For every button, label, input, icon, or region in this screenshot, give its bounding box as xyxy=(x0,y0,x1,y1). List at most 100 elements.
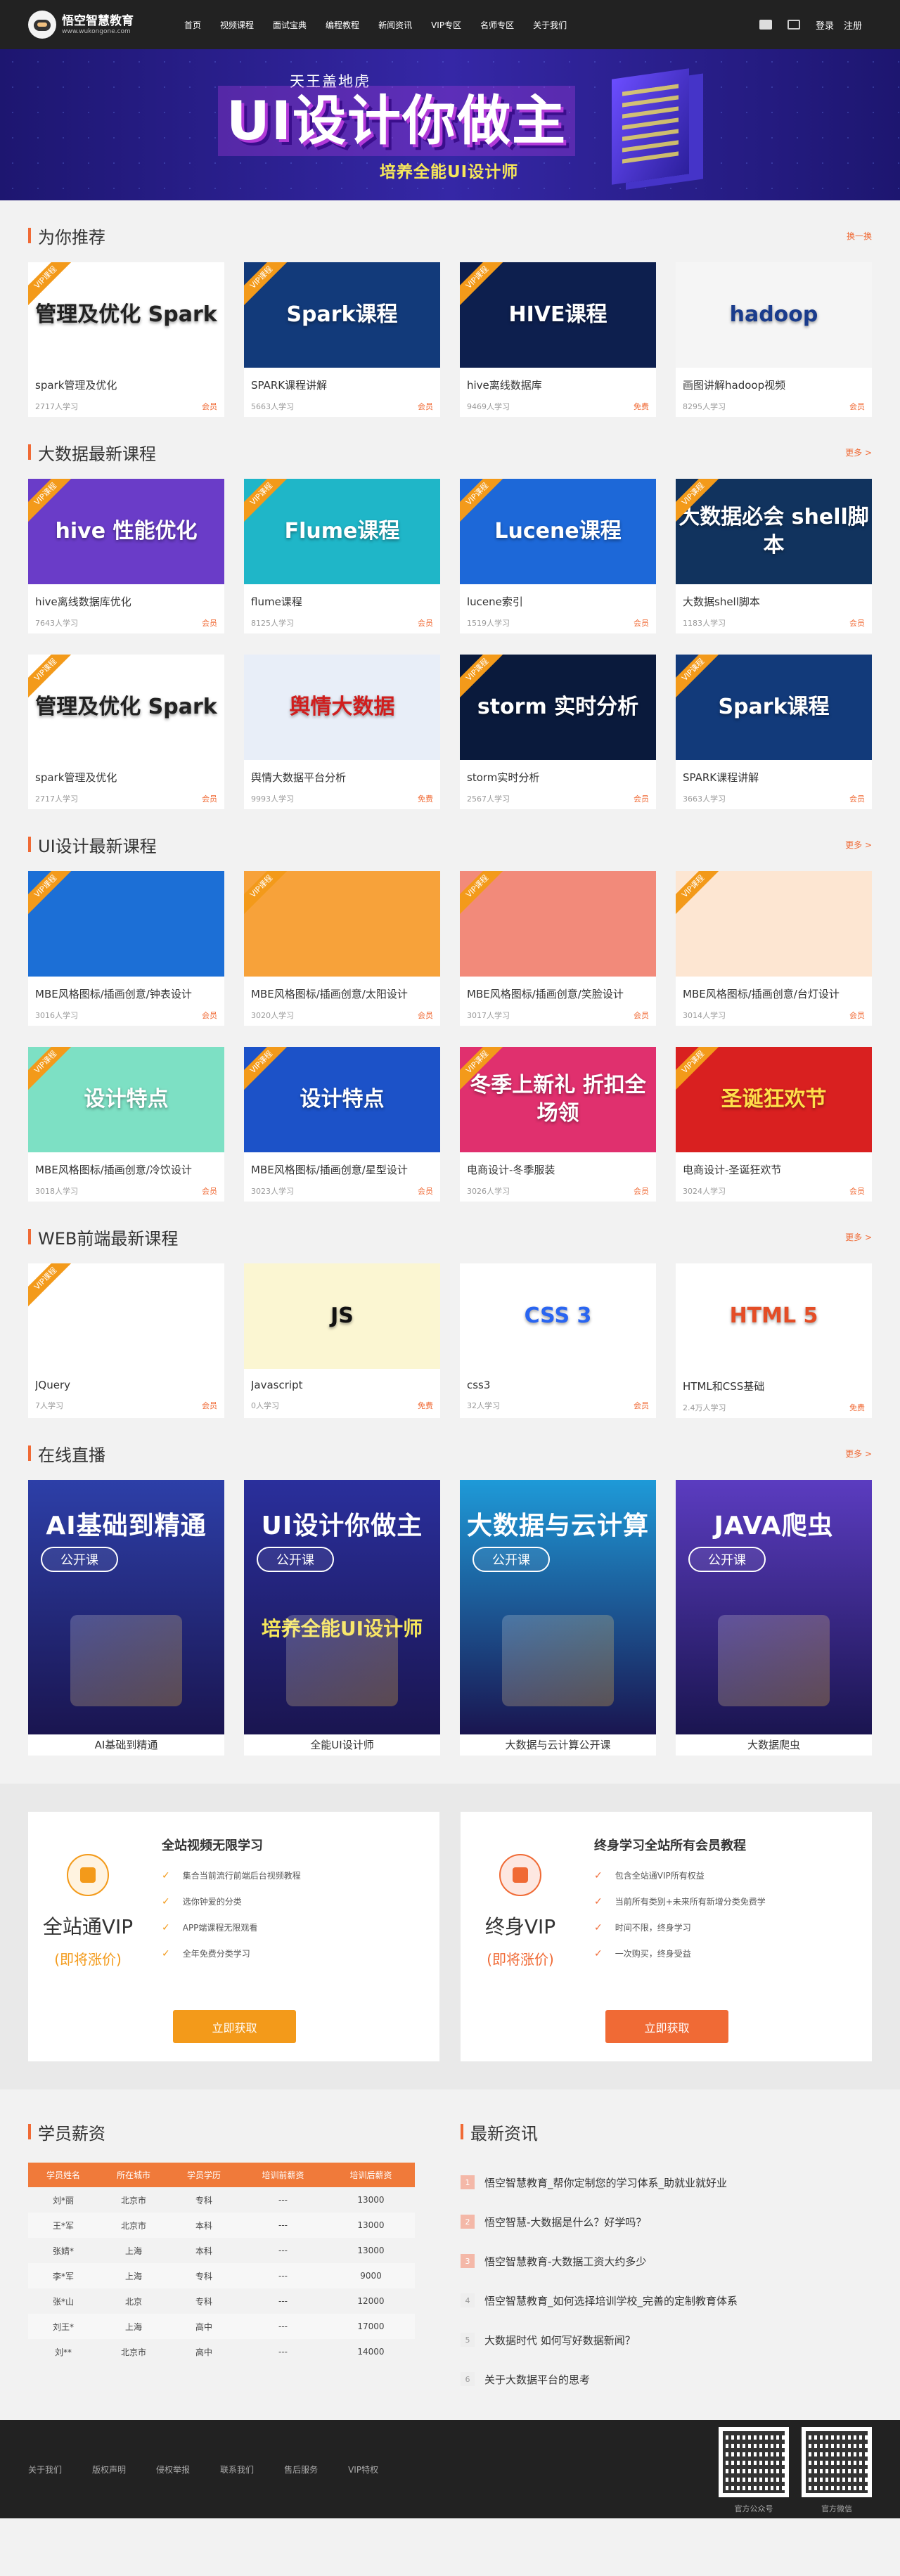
footer-link[interactable]: 联系我们 xyxy=(220,2464,254,2475)
course-title[interactable]: SPARK课程讲解 xyxy=(251,378,433,392)
news-item[interactable]: 3 悟空智慧教育-大数据工资大约多少 xyxy=(461,2241,872,2281)
course-title[interactable]: 大数据shell脚本 xyxy=(683,594,865,609)
course-card[interactable]: HTML 5 HTML和CSS基础 2.4万人学习 免费 xyxy=(676,1263,872,1418)
live-title[interactable]: 全能UI设计师 xyxy=(244,1734,440,1756)
table-cell: --- xyxy=(278,2296,288,2306)
course-card[interactable]: 管理及优化 Spark VIP课程 spark管理及优化 2717人学习 会员 xyxy=(28,262,224,417)
news-headline[interactable]: 大数据时代 如何写好数据新闻？ xyxy=(484,2333,636,2348)
course-card[interactable]: CSS 3 css3 32人学习 会员 xyxy=(460,1263,656,1418)
footer-link[interactable]: 售后服务 xyxy=(284,2464,318,2475)
nav-news[interactable]: 新闻资讯 xyxy=(378,19,412,31)
course-title[interactable]: 电商设计-冬季服装 xyxy=(467,1162,649,1177)
nav-home[interactable]: 首页 xyxy=(184,19,201,31)
news-list: 1 悟空智慧教育_帮你定制您的学习体系_助就业就好业 2 悟空智慧-大数据是什么？好学… xyxy=(461,2163,872,2399)
footer-link[interactable]: VIP特权 xyxy=(348,2464,378,2475)
live-card[interactable]: JAVA爬虫 公开课 大数据爬虫 xyxy=(676,1480,872,1756)
course-card[interactable]: VIP课程 MBE风格图标/插画创意/笑脸设计 3017人学习 会员 xyxy=(460,871,656,1026)
course-card[interactable]: hive 性能优化 VIP课程 hive离线数据库优化 7643人学习 会员 xyxy=(28,479,224,633)
course-title[interactable]: HTML和CSS基础 xyxy=(683,1379,865,1393)
live-card[interactable]: AI基础到精通 公开课 AI基础到精通 xyxy=(28,1480,224,1756)
more-link[interactable]: 更多 > xyxy=(845,839,872,851)
news-headline[interactable]: 悟空智慧教育_如何选择培训学校_完善的定制教育体系 xyxy=(484,2293,738,2308)
course-title[interactable]: lucene索引 xyxy=(467,594,649,609)
news-headline[interactable]: 悟空智慧-大数据是什么？好学吗？ xyxy=(484,2215,646,2229)
course-card[interactable]: storm 实时分析 VIP课程 storm实时分析 2567人学习 会员 xyxy=(460,655,656,809)
course-card[interactable]: Lucene课程 VIP课程 lucene索引 1519人学习 会员 xyxy=(460,479,656,633)
footer-link[interactable]: 关于我们 xyxy=(28,2464,62,2475)
get-vip-button[interactable]: 立即获取 xyxy=(173,2010,296,2043)
course-title[interactable]: storm实时分析 xyxy=(467,770,649,785)
news-headline[interactable]: 悟空智慧教育-大数据工资大约多少 xyxy=(484,2254,646,2269)
course-title[interactable]: 电商设计-圣诞狂欢节 xyxy=(683,1162,865,1177)
more-link[interactable]: 更多 > xyxy=(845,1448,872,1460)
course-card[interactable]: hadoop 画图讲解hadoop视频 8295人学习 会员 xyxy=(676,262,872,417)
course-title[interactable]: MBE风格图标/插画创意/太阳设计 xyxy=(251,986,433,1001)
course-title[interactable]: hive离线数据库 xyxy=(467,378,649,392)
course-title[interactable]: 画图讲解hadoop视频 xyxy=(683,378,865,392)
course-card[interactable]: 冬季上新礼 折扣全场领 VIP课程 电商设计-冬季服装 3026人学习 会员 xyxy=(460,1047,656,1202)
course-card[interactable]: Flume课程 VIP课程 flume课程 8125人学习 会员 xyxy=(244,479,440,633)
course-title[interactable]: JQuery xyxy=(35,1379,217,1391)
get-vip-button[interactable]: 立即获取 xyxy=(605,2010,728,2043)
course-card[interactable]: 管理及优化 Spark VIP课程 spark管理及优化 2717人学习 会员 xyxy=(28,655,224,809)
footer-link[interactable]: 侵权举报 xyxy=(156,2464,190,2475)
live-title[interactable]: 大数据爬虫 xyxy=(676,1734,872,1756)
course-card[interactable]: 大数据必会 shell脚本 VIP课程 大数据shell脚本 1183人学习 会员 xyxy=(676,479,872,633)
nav-vip[interactable]: VIP专区 xyxy=(431,19,461,31)
course-card[interactable]: 设计特点 VIP课程 MBE风格图标/插画创意/冷饮设计 3018人学习 会员 xyxy=(28,1047,224,1202)
footer-link[interactable]: 版权声明 xyxy=(92,2464,126,2475)
nav-about[interactable]: 关于我们 xyxy=(533,19,567,31)
course-card[interactable]: JS Javascript 0人学习 免费 xyxy=(244,1263,440,1418)
login-link[interactable]: 登录 xyxy=(816,18,834,32)
mail-icon[interactable] xyxy=(787,20,800,30)
news-item[interactable]: 1 悟空智慧教育_帮你定制您的学习体系_助就业就好业 xyxy=(461,2163,872,2202)
course-card[interactable]: Spark课程 VIP课程 SPARK课程讲解 5663人学习 会员 xyxy=(244,262,440,417)
nav-teachers[interactable]: 名师专区 xyxy=(480,19,514,31)
course-card[interactable]: VIP课程 MBE风格图标/插画创意/钟表设计 3016人学习 会员 xyxy=(28,871,224,1026)
course-title[interactable]: MBE风格图标/插画创意/星型设计 xyxy=(251,1162,433,1177)
nav-tutorials[interactable]: 编程教程 xyxy=(326,19,359,31)
more-link[interactable]: 更多 > xyxy=(845,446,872,458)
course-title[interactable]: MBE风格图标/插画创意/钟表设计 xyxy=(35,986,217,1001)
live-card[interactable]: 大数据与云计算 公开课 大数据与云计算公开课 xyxy=(460,1480,656,1756)
course-card[interactable]: 舆情大数据 舆情大数据平台分析 9993人学习 免费 xyxy=(244,655,440,809)
course-title[interactable]: flume课程 xyxy=(251,594,433,609)
course-card[interactable]: 圣诞狂欢节 VIP课程 电商设计-圣诞狂欢节 3024人学习 会员 xyxy=(676,1047,872,1202)
news-item[interactable]: 5 大数据时代 如何写好数据新闻？ xyxy=(461,2320,872,2359)
more-link[interactable]: 更多 > xyxy=(845,1231,872,1243)
course-title[interactable]: MBE风格图标/插画创意/冷饮设计 xyxy=(35,1162,217,1177)
course-card[interactable]: VIP课程 MBE风格图标/插画创意/台灯设计 3014人学习 会员 xyxy=(676,871,872,1026)
news-item[interactable]: 2 悟空智慧-大数据是什么？好学吗？ xyxy=(461,2202,872,2241)
thumbnail-text: 舆情大数据 xyxy=(289,695,395,719)
course-card[interactable]: VIP课程 MBE风格图标/插画创意/太阳设计 3020人学习 会员 xyxy=(244,871,440,1026)
nav-interview[interactable]: 面试宝典 xyxy=(273,19,307,31)
course-card[interactable]: 设计特点 VIP课程 MBE风格图标/插画创意/星型设计 3023人学习 会员 xyxy=(244,1047,440,1202)
course-card[interactable]: Spark课程 VIP课程 SPARK课程讲解 3663人学习 会员 xyxy=(676,655,872,809)
course-title[interactable]: 舆情大数据平台分析 xyxy=(251,770,433,785)
course-title[interactable]: css3 xyxy=(467,1379,649,1391)
course-title[interactable]: MBE风格图标/插画创意/台灯设计 xyxy=(683,986,865,1001)
thumbnail-text: 设计特点 xyxy=(300,1087,385,1112)
news-headline[interactable]: 悟空智慧教育_帮你定制您的学习体系_助就业就好业 xyxy=(484,2175,727,2190)
logo[interactable]: 悟空智慧教育 www.wukongone.com xyxy=(28,11,176,39)
register-link[interactable]: 注册 xyxy=(844,18,862,32)
live-title[interactable]: AI基础到精通 xyxy=(28,1734,224,1756)
course-title[interactable]: spark管理及优化 xyxy=(35,378,217,392)
course-title[interactable]: hive离线数据库优化 xyxy=(35,594,217,609)
course-title[interactable]: MBE风格图标/插画创意/笑脸设计 xyxy=(467,986,649,1001)
nav-video-courses[interactable]: 视频课程 xyxy=(220,19,254,31)
news-headline[interactable]: 关于大数据平台的思考 xyxy=(484,2372,590,2387)
course-title[interactable]: spark管理及优化 xyxy=(35,770,217,785)
hero-banner[interactable]: 天王盖地虎 UI设计你做主 培养全能UI设计师 xyxy=(0,49,900,200)
news-item[interactable]: 6 关于大数据平台的思考 xyxy=(461,2359,872,2399)
feature-text: 时间不限，终身学习 xyxy=(615,1923,691,1933)
live-title[interactable]: 大数据与云计算公开课 xyxy=(460,1734,656,1756)
course-card[interactable]: VIP课程 JQuery 7人学习 会员 xyxy=(28,1263,224,1418)
course-title[interactable]: Javascript xyxy=(251,1379,433,1391)
news-item[interactable]: 4 悟空智慧教育_如何选择培训学校_完善的定制教育体系 xyxy=(461,2281,872,2320)
refresh-link[interactable]: 换一换 xyxy=(847,230,872,242)
course-title[interactable]: SPARK课程讲解 xyxy=(683,770,865,785)
user-card-icon[interactable] xyxy=(759,20,772,30)
course-card[interactable]: HIVE课程 VIP课程 hive离线数据库 9469人学习 免费 xyxy=(460,262,656,417)
live-card[interactable]: UI设计你做主公开课培养全能UI设计师全能UI设计师 xyxy=(244,1480,440,1756)
